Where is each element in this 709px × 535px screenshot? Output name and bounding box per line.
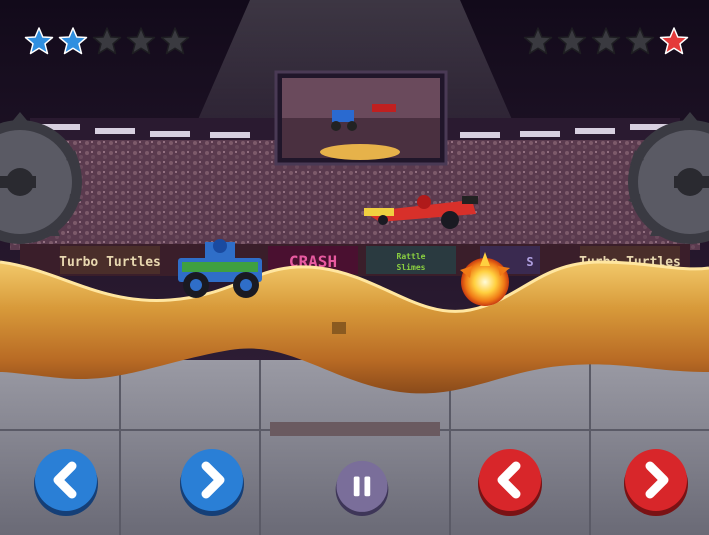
chevron-left-icon [34,449,98,516]
crate [332,322,346,334]
player2-left-button[interactable] [476,448,544,516]
player1-star-icon-1 [24,26,54,56]
player1-star-icon-5 [160,26,190,56]
player1-star-icon-3 [92,26,122,56]
center-bridge [270,422,440,436]
banner-rattle-slimes-2: Slimes [397,262,426,272]
chevron-left-icon [478,449,542,516]
player1-star-icon-2 [58,26,88,56]
chevron-right-icon [624,449,688,516]
player2-star-icon-3 [591,26,621,56]
chevron-right-icon [180,449,244,516]
banner-rattle-slimes-1: Rattle [397,252,426,261]
player2-star-icon-1 [523,26,553,56]
pause-button[interactable] [334,460,390,516]
player2-star-icon-5 [659,26,689,56]
player2-star-icon-4 [625,26,655,56]
game-screen: Turbo Turtles CRASH Rattle Slimes S Turb… [0,0,709,535]
player1-left-button[interactable] [32,448,100,516]
player1-stars [24,26,190,56]
player2-stars [523,26,689,56]
pause-icon [335,460,389,516]
banner-turbo-turtles-left: Turbo Turtles [59,255,161,270]
player2-star-icon-2 [557,26,587,56]
player1-star-icon-4 [126,26,156,56]
player1-right-button[interactable] [178,448,246,516]
player2-right-button[interactable] [622,448,690,516]
banner-partial: S [526,255,533,269]
jumbotron-screen [274,70,448,166]
arena-scene: Turbo Turtles CRASH Rattle Slimes S Turb… [0,0,709,535]
